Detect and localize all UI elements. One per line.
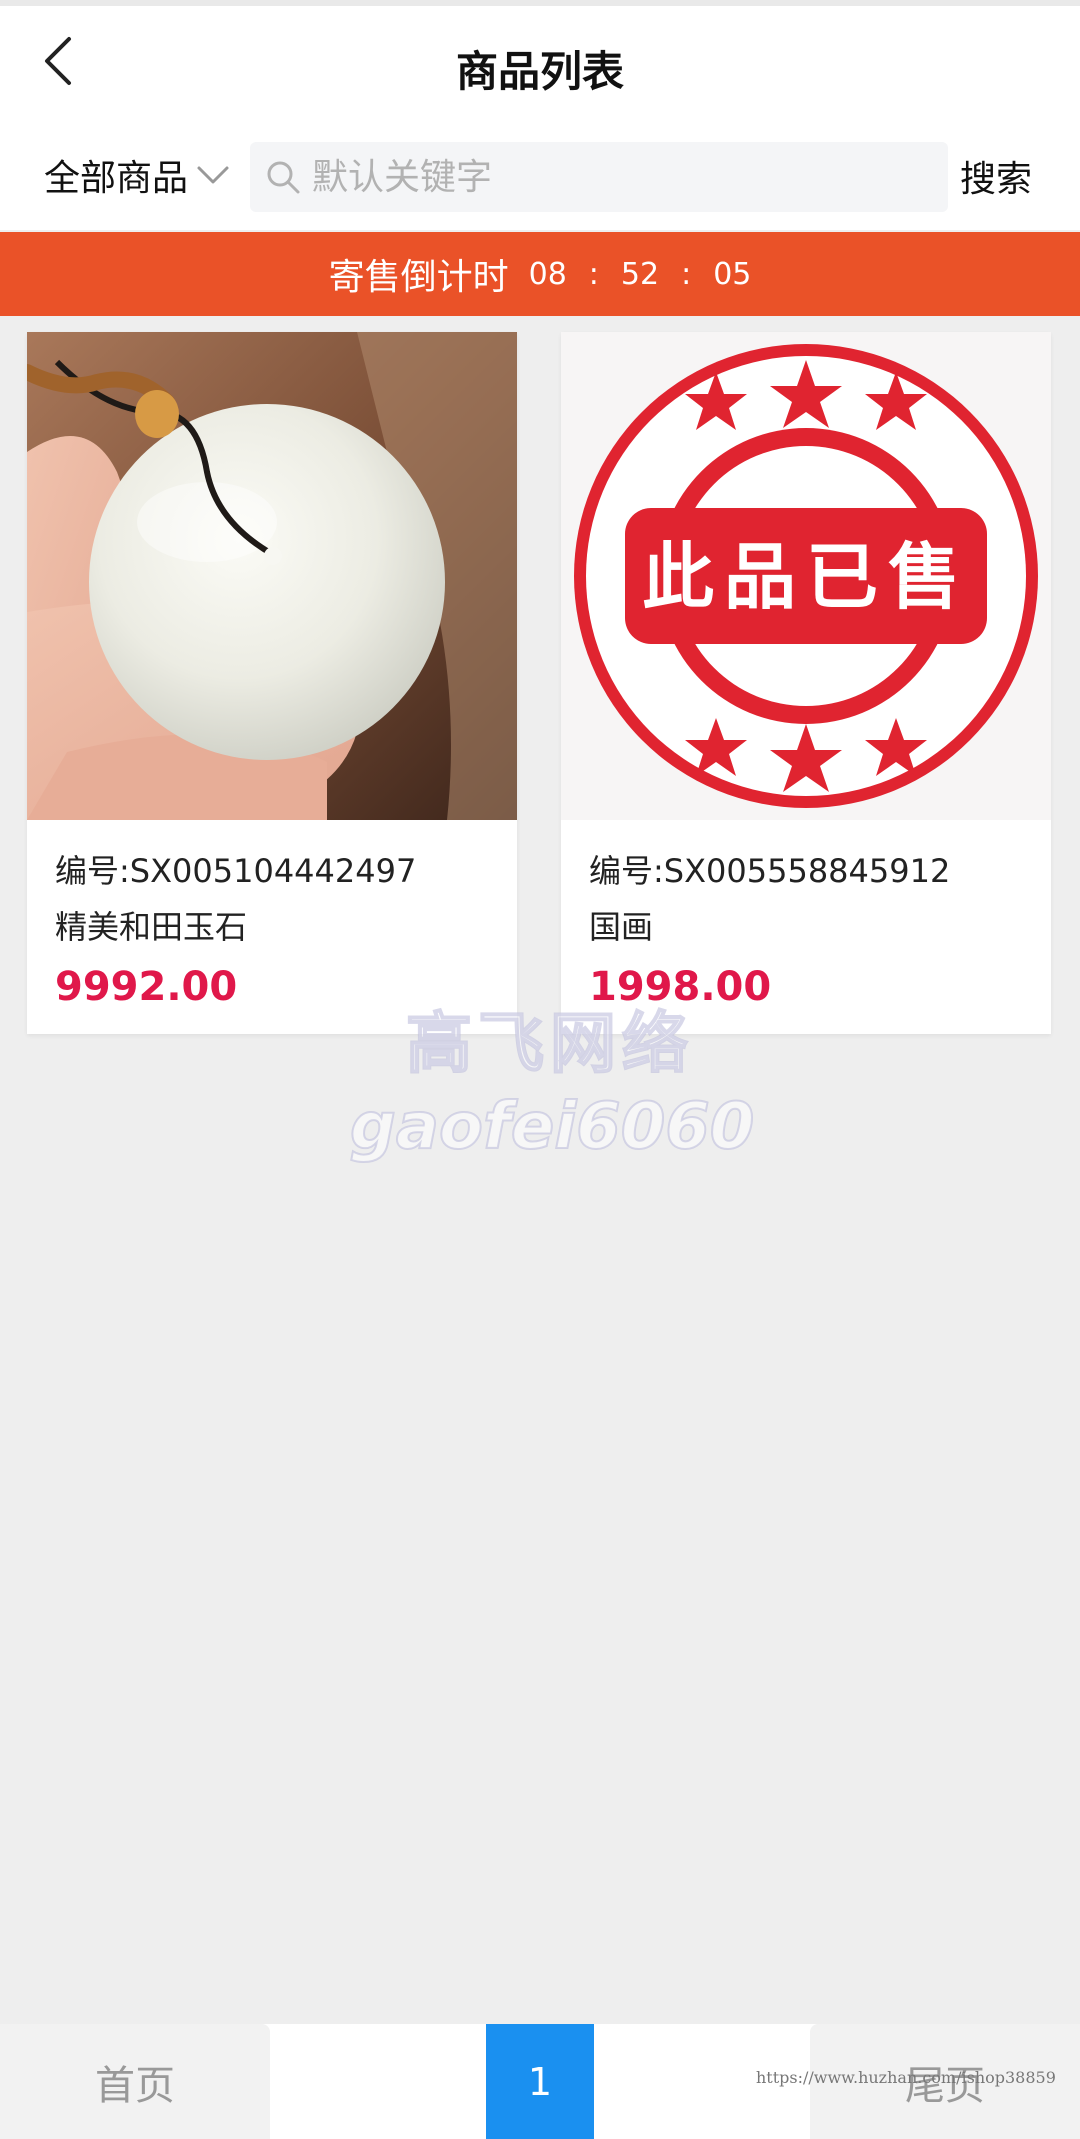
product-list-page: 商品列表 全部商品 搜索 寄售倒计时 08 : 52 : 05 xyxy=(0,0,1080,2139)
current-page-button[interactable]: 1 xyxy=(486,2024,594,2139)
product-card[interactable]: 编号:SX005104442497 精美和田玉石 9992.00 xyxy=(27,332,517,1034)
header-bar: 商品列表 xyxy=(0,0,1080,120)
search-field[interactable] xyxy=(250,142,948,212)
search-input[interactable] xyxy=(310,155,934,199)
search-button[interactable]: 搜索 xyxy=(960,150,1032,202)
product-price: 9992.00 xyxy=(55,964,238,1010)
countdown-label: 寄售倒计时 xyxy=(328,257,509,298)
product-card[interactable]: 此品已售 编号:SX005558845912 国画 1998.00 xyxy=(561,332,1051,1034)
pagination: 首页 1 尾页 https://www.huzhan.com/ishop3885… xyxy=(0,2024,1080,2139)
url-watermark: https://www.huzhan.com/ishop38859 xyxy=(756,2068,1056,2087)
category-label: 全部商品 xyxy=(44,158,189,199)
countdown-separator: : xyxy=(588,256,599,292)
category-dropdown[interactable]: 全部商品 xyxy=(44,150,230,200)
countdown-minutes: 52 xyxy=(620,256,660,292)
watermark-line2: gaofei6060 xyxy=(349,1089,755,1165)
product-name[interactable]: 精美和田玉石 xyxy=(55,902,247,948)
chevron-down-icon xyxy=(196,164,230,186)
product-code: 编号:SX005558845912 xyxy=(589,852,951,890)
first-page-button[interactable]: 首页 xyxy=(0,2024,270,2139)
search-bar: 全部商品 搜索 xyxy=(0,120,1080,230)
product-image-jade-pendant[interactable] xyxy=(27,332,517,820)
product-code: 编号:SX005104442497 xyxy=(55,852,417,890)
consignment-countdown-banner: 寄售倒计时 08 : 52 : 05 xyxy=(0,232,1080,316)
countdown-hours: 08 xyxy=(528,256,567,292)
product-price: 1998.00 xyxy=(589,964,772,1010)
page-title: 商品列表 xyxy=(455,47,624,96)
product-name[interactable]: 国画 xyxy=(589,902,653,948)
sold-stamp-text: 此品已售 xyxy=(642,534,970,619)
countdown-seconds: 05 xyxy=(713,256,752,292)
search-icon xyxy=(267,161,300,194)
countdown-separator: : xyxy=(681,256,692,292)
product-image-sold-stamp[interactable]: 此品已售 xyxy=(561,332,1051,820)
